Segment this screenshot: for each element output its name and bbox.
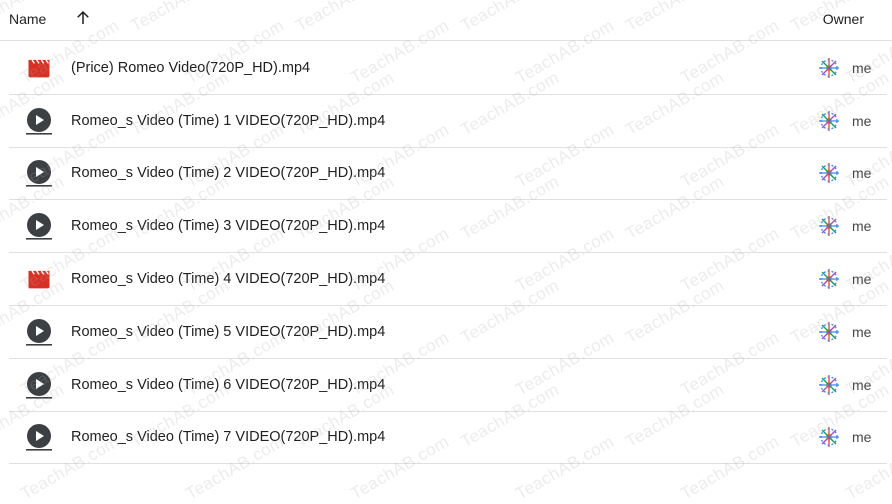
play-circle-icon <box>25 423 53 452</box>
owner-name: me <box>852 112 872 129</box>
play-circle-icon <box>25 371 53 399</box>
owner-name: me <box>852 429 872 446</box>
owner-avatar-icon <box>817 373 841 397</box>
play-circle-icon <box>25 107 53 135</box>
table-row[interactable]: Romeo_s Video (Time) 5 VIDEO(720P_HD).mp… <box>9 306 887 359</box>
file-list-header: Name Owner <box>0 0 892 41</box>
owner-name: me <box>852 218 872 235</box>
file-name: (Price) Romeo Video(720P_HD).mp4 <box>71 59 311 76</box>
file-name: Romeo_s Video (Time) 5 VIDEO(720P_HD).mp… <box>71 323 386 340</box>
file-name: Romeo_s Video (Time) 1 VIDEO(720P_HD).mp… <box>71 112 386 129</box>
owner-avatar-icon <box>817 161 841 185</box>
owner-name: me <box>852 59 872 76</box>
play-circle-icon <box>25 159 53 188</box>
file-name: Romeo_s Video (Time) 7 VIDEO(720P_HD).mp… <box>71 429 386 446</box>
file-name: Romeo_s Video (Time) 6 VIDEO(720P_HD).mp… <box>71 376 386 393</box>
owner-avatar-icon <box>817 267 841 291</box>
file-list: (Price) Romeo Video(720P_HD).mp4 me Romeo_… <box>9 42 887 465</box>
owner-avatar-icon <box>817 214 841 238</box>
video-file-icon <box>25 54 53 82</box>
owner-name: me <box>852 323 872 340</box>
file-name: Romeo_s Video (Time) 2 VIDEO(720P_HD).mp… <box>71 165 386 182</box>
table-row[interactable]: Romeo_s Video (Time) 1 VIDEO(720P_HD).mp… <box>9 95 887 148</box>
name-column-header[interactable]: Name <box>9 11 46 27</box>
table-row[interactable]: Romeo_s Video (Time) 4 VIDEO(720P_HD).mp… <box>9 253 887 306</box>
owner-name: me <box>852 376 872 393</box>
video-file-icon <box>25 265 53 293</box>
owner-avatar-icon <box>817 320 841 344</box>
owner-name: me <box>852 165 872 182</box>
play-circle-icon <box>25 212 53 240</box>
owner-name: me <box>852 271 872 288</box>
owner-avatar-icon <box>817 425 841 449</box>
owner-avatar-icon <box>817 56 841 80</box>
owner-column-header: Owner <box>822 11 864 27</box>
table-row[interactable]: (Price) Romeo Video(720P_HD).mp4 me <box>9 42 887 95</box>
owner-avatar-icon <box>817 109 841 133</box>
file-name: Romeo_s Video (Time) 3 VIDEO(720P_HD).mp… <box>71 218 386 235</box>
play-circle-icon <box>25 318 53 346</box>
table-row[interactable]: Romeo_s Video (Time) 6 VIDEO(720P_HD).mp… <box>9 359 887 412</box>
table-row[interactable]: Romeo_s Video (Time) 7 VIDEO(720P_HD).mp… <box>9 412 887 465</box>
table-row[interactable]: Romeo_s Video (Time) 2 VIDEO(720P_HD).mp… <box>9 148 887 201</box>
table-row[interactable]: Romeo_s Video (Time) 3 VIDEO(720P_HD).mp… <box>9 200 887 254</box>
arrow-up-icon[interactable] <box>74 9 92 27</box>
file-name: Romeo_s Video (Time) 4 VIDEO(720P_HD).mp… <box>71 271 386 288</box>
